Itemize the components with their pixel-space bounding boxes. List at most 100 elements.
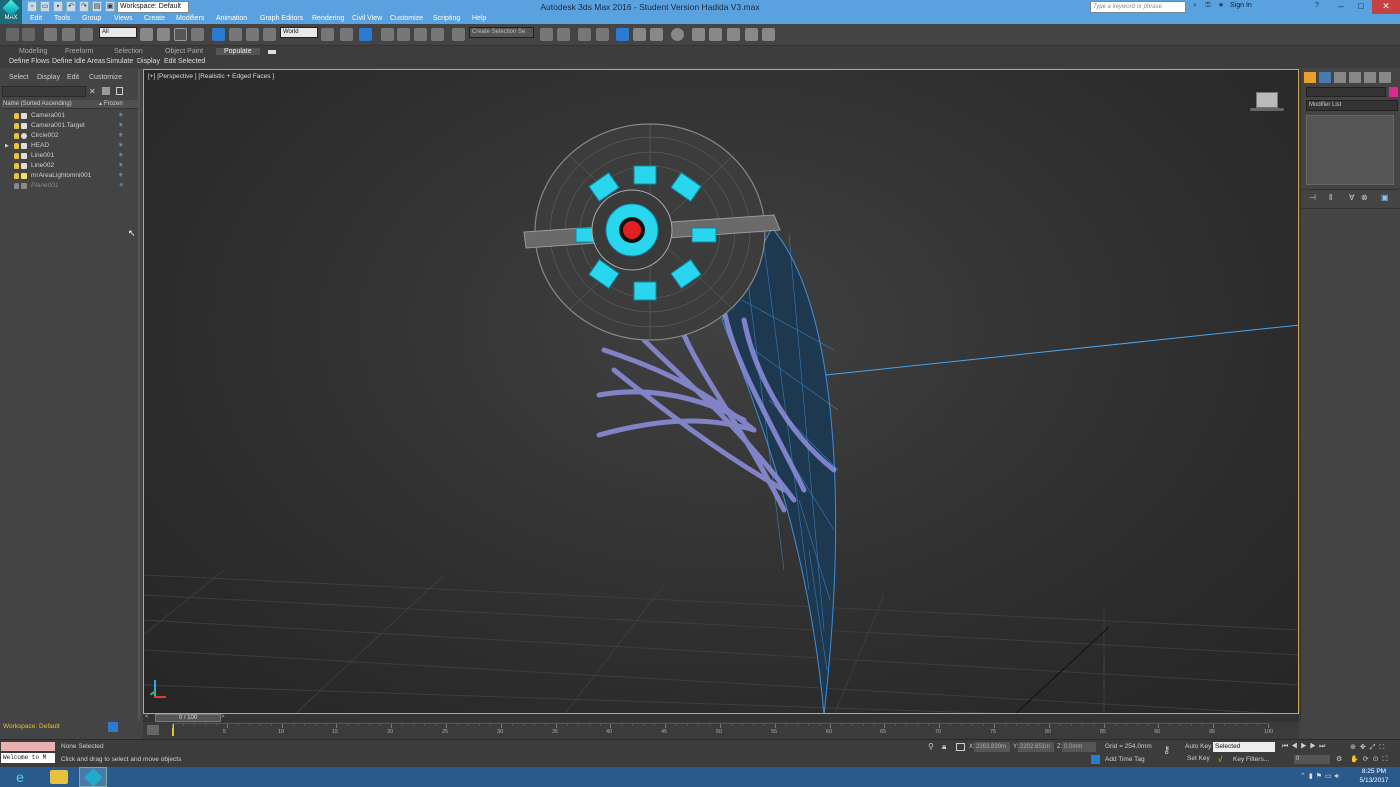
viewport-nav-icons-2[interactable]: ✋⟳⊙⛶ (1350, 755, 1391, 764)
hierarchy-tab-icon[interactable] (1334, 72, 1346, 83)
menu-rendering[interactable]: Rendering (312, 15, 344, 22)
search-input[interactable]: Type a keyword or phrase (1090, 1, 1186, 13)
display-tab-icon[interactable] (1364, 72, 1376, 83)
display-button[interactable]: Display (137, 58, 160, 65)
time-slider-thumb[interactable]: 0 / 100 (155, 714, 221, 722)
snaps-toggle-icon[interactable] (381, 28, 394, 41)
layer-explorer-icon[interactable] (578, 28, 591, 41)
light-bulb-icon[interactable] (14, 113, 19, 119)
modifier-stack[interactable] (1306, 115, 1394, 185)
workspace-dropdown[interactable]: Workspace: Default (117, 1, 189, 13)
undo-icon[interactable]: ↶ (66, 1, 76, 12)
workspace-switch-icon[interactable] (108, 722, 118, 732)
current-frame-field[interactable]: 0 (1294, 755, 1330, 764)
pivot-center-icon[interactable] (321, 28, 334, 41)
maximize-icon[interactable]: □ (1352, 0, 1370, 14)
explorer-menu-display[interactable]: Display (37, 74, 60, 81)
rect-selection-icon[interactable] (174, 28, 187, 41)
freeze-icon[interactable]: ✳ (118, 111, 123, 121)
tab-object-paint[interactable]: Object Paint (165, 48, 203, 55)
auto-key-button[interactable]: Auto Key (1185, 743, 1211, 750)
redo-icon[interactable]: ↷ (79, 1, 89, 12)
maxscript-listener-white[interactable]: Welcome to M (1, 753, 55, 763)
key-mode-dropdown[interactable]: Selected (1213, 742, 1275, 752)
workspace-icon[interactable]: ▣ (105, 1, 115, 12)
key-filters-button[interactable]: Key Filters... (1233, 756, 1269, 763)
file-explorer-icon[interactable] (50, 770, 68, 784)
explorer-view-icon[interactable] (102, 87, 110, 95)
lock-icon[interactable] (116, 87, 123, 95)
menu-customize[interactable]: Customize (390, 15, 423, 22)
light-bulb-icon[interactable] (14, 183, 19, 189)
place-icon[interactable] (263, 28, 276, 41)
move-icon[interactable] (212, 28, 225, 41)
menu-group[interactable]: Group (82, 15, 101, 22)
save-file-icon[interactable]: ▪ (53, 1, 63, 12)
window-crossing-icon[interactable] (191, 28, 204, 41)
material-editor-icon[interactable] (671, 28, 684, 41)
set-key-icon[interactable]: ⚷ (1163, 745, 1170, 756)
menu-civil-view[interactable]: Civil View (352, 15, 382, 22)
freeze-icon[interactable]: ✳ (118, 141, 123, 151)
undo-toolbar-icon[interactable] (6, 28, 19, 41)
scene-explorer-toggle-icon[interactable] (616, 28, 629, 41)
perspective-viewport[interactable]: [+] [Perspective ] [Realistic + Edged Fa… (143, 69, 1299, 714)
menu-create[interactable]: Create (144, 15, 165, 22)
add-time-tag[interactable]: Add Time Tag (1105, 756, 1145, 763)
curve-editor-icon[interactable] (633, 28, 646, 41)
prev-frame-icon[interactable]: < (145, 714, 149, 720)
project-folder-icon[interactable]: ▤ (92, 1, 102, 12)
list-item[interactable]: Line002 ✳ (2, 161, 138, 171)
render-production-icon[interactable] (727, 28, 740, 41)
menu-help[interactable]: Help (472, 15, 486, 22)
select-manipulate-icon[interactable] (340, 28, 353, 41)
edit-named-selection-icon[interactable] (452, 28, 465, 41)
list-item[interactable]: ▶ HEAD ✳ (2, 141, 138, 151)
freeze-icon[interactable]: ✳ (118, 161, 123, 171)
menu-tools[interactable]: Tools (54, 15, 70, 22)
mirror-icon[interactable] (540, 28, 553, 41)
3dsmax-taskbar-icon[interactable] (79, 767, 107, 787)
render-cloud-icon[interactable] (762, 28, 775, 41)
explorer-menu-select[interactable]: Select (9, 74, 28, 81)
light-bulb-icon[interactable] (14, 123, 19, 129)
playback-controls[interactable]: ⏮◀▶▶⏭ (1282, 743, 1328, 751)
angle-snap-icon[interactable] (397, 28, 410, 41)
list-item[interactable]: Camera001.Target ✳ (2, 121, 138, 131)
pin-stack-icon[interactable]: ⊣ (1309, 193, 1316, 202)
named-selection-dropdown[interactable]: Create Selection Se (469, 27, 534, 38)
render-setup-icon[interactable] (692, 28, 705, 41)
bind-space-warp-icon[interactable] (80, 28, 93, 41)
clock-time[interactable]: 8:25 PM (1356, 768, 1392, 775)
simulate-button[interactable]: Simulate (106, 58, 133, 65)
modify-tab-icon[interactable] (1319, 72, 1331, 83)
column-frozen[interactable]: Frozen (104, 101, 123, 107)
schematic-view-icon[interactable] (650, 28, 663, 41)
viewcube-ring[interactable] (1250, 108, 1284, 111)
redo-toolbar-icon[interactable] (22, 28, 35, 41)
define-flows-button[interactable]: Define Flows (9, 58, 49, 65)
show-end-result-icon[interactable]: ‖ (1329, 193, 1332, 202)
mini-curve-editor-icon[interactable] (147, 725, 159, 735)
light-bulb-icon[interactable] (14, 163, 19, 169)
next-frame-icon[interactable]: > (221, 714, 225, 720)
menu-edit[interactable]: Edit (30, 15, 42, 22)
x-coordinate-field[interactable]: 2263.839m (974, 742, 1010, 752)
freeze-icon[interactable]: ✳ (118, 121, 123, 131)
explorer-search-input[interactable] (2, 86, 86, 97)
absolute-mode-icon[interactable] (956, 743, 965, 751)
system-tray-icons[interactable]: ⌃▮⚑▭🔊︎ (1300, 772, 1342, 781)
define-idle-areas-button[interactable]: Define Idle Areas (52, 58, 105, 65)
select-by-name-icon[interactable] (157, 28, 170, 41)
list-item[interactable]: Camera001 ✳ (2, 111, 138, 121)
object-color-swatch[interactable] (1389, 87, 1398, 97)
freeze-icon[interactable]: ✳ (118, 131, 123, 141)
time-config-icon[interactable]: ⚙ (1336, 755, 1344, 763)
object-name-input[interactable] (1306, 87, 1386, 97)
explorer-menu-edit[interactable]: Edit (67, 74, 79, 81)
tab-freeform[interactable]: Freeform (65, 48, 93, 55)
list-item[interactable]: Plane001 ✳ (2, 181, 138, 191)
unlink-icon[interactable] (62, 28, 75, 41)
z-coordinate-field[interactable]: 0.0mm (1062, 742, 1096, 752)
light-bulb-icon[interactable] (14, 133, 19, 139)
